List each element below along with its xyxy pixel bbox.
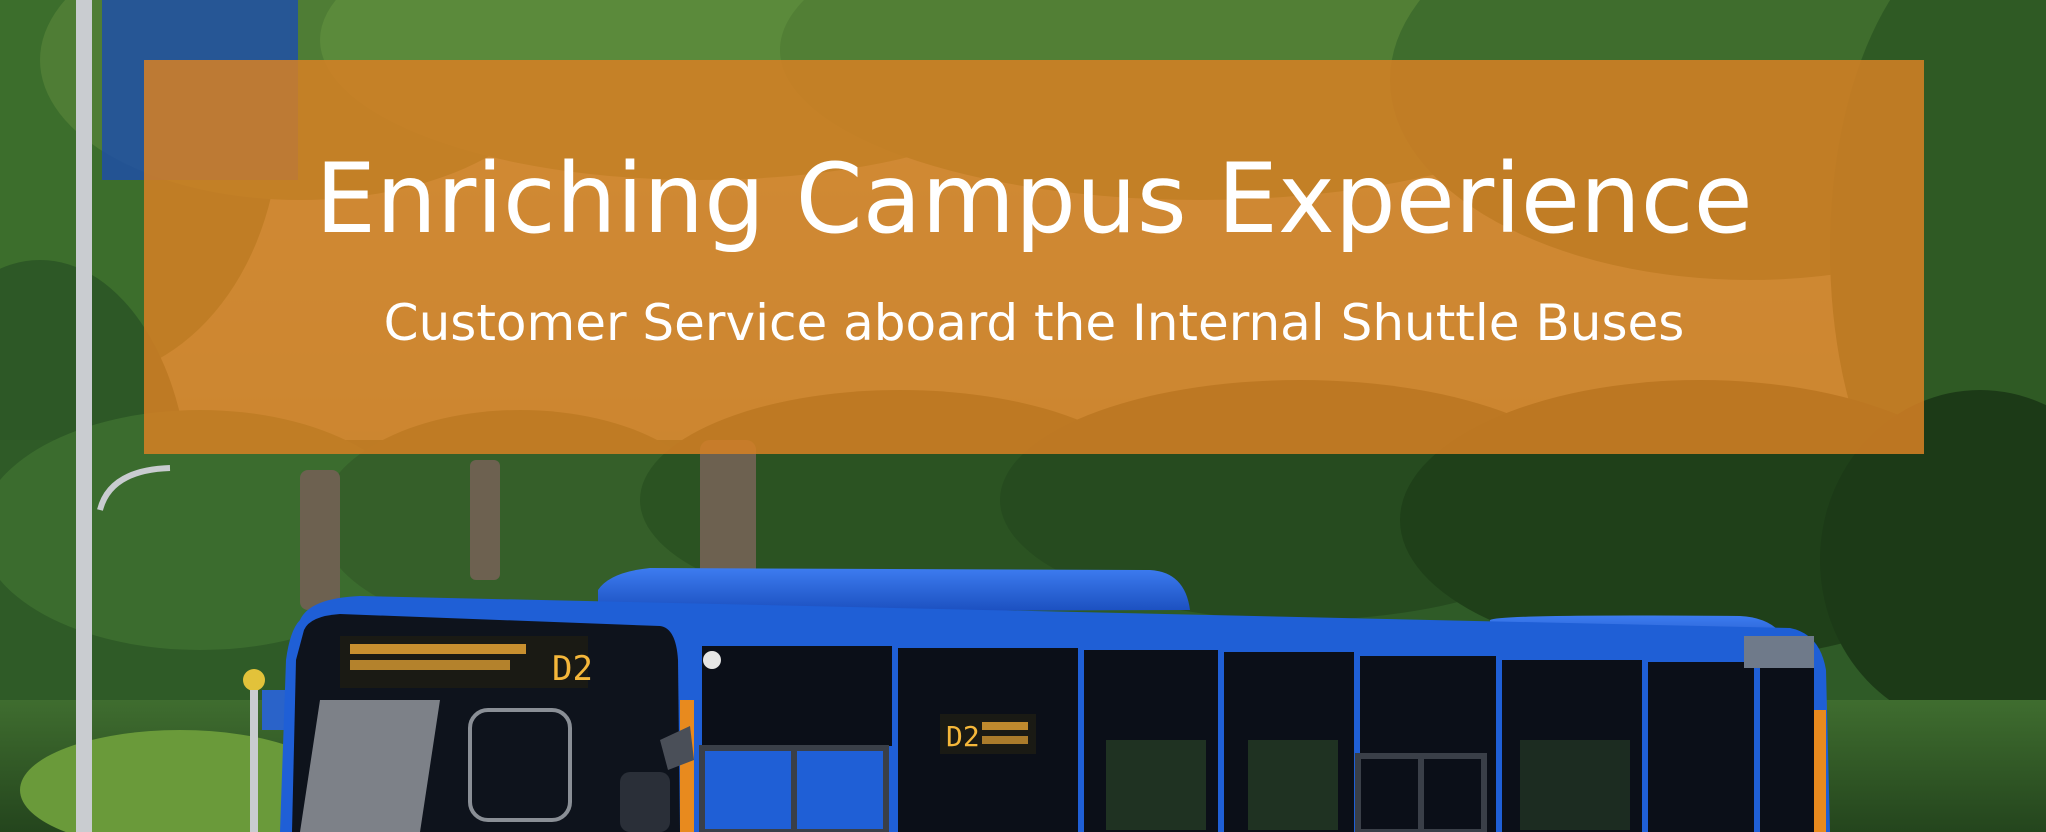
page-title: Enriching Campus Experience <box>315 143 1753 256</box>
yellow-beacon <box>243 669 265 691</box>
campus-bus-photo: D2 D2 Enriching Campus Experience Custom… <box>0 0 2046 832</box>
page-subtitle: Customer Service aboard the Internal Shu… <box>383 293 1685 352</box>
orange-stripe-rear <box>1814 710 1826 832</box>
side-route-number: D2 <box>946 720 980 753</box>
orange-stripe <box>680 700 694 832</box>
front-route-number: D2 <box>552 649 593 689</box>
title-banner: Enriching Campus Experience Customer Ser… <box>144 60 1924 454</box>
